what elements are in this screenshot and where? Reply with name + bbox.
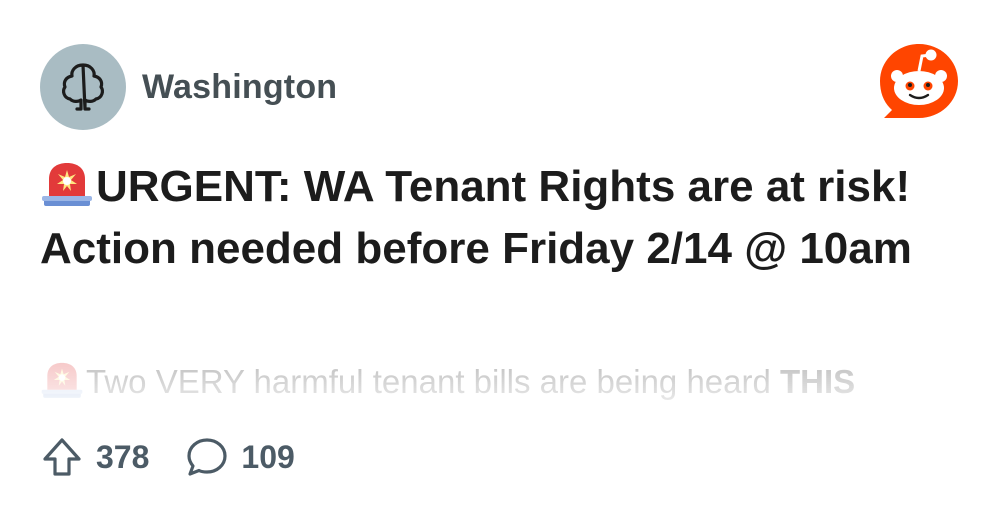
comments-button[interactable]: 109 xyxy=(185,435,295,479)
comment-count: 109 xyxy=(241,438,295,475)
post-title[interactable]: URGENT: WA Tenant Rights are at risk! Ac… xyxy=(40,156,970,280)
post-title-text: URGENT: WA Tenant Rights are at risk! Ac… xyxy=(40,162,912,273)
post-preview[interactable]: Two VERY harmful tenant bills are being … xyxy=(40,360,970,408)
subreddit-avatar[interactable] xyxy=(40,44,126,130)
upvote-count: 378 xyxy=(96,438,150,475)
post-header: Washington xyxy=(40,44,337,130)
comment-bubble-icon xyxy=(187,438,227,476)
tree-icon xyxy=(62,63,104,111)
rotating-light-icon xyxy=(41,362,83,398)
reddit-logo-icon[interactable] xyxy=(876,40,962,126)
preview-text: Two VERY harmful tenant bills are being … xyxy=(86,363,781,400)
post-stats: 378 109 xyxy=(40,432,295,482)
upvote-button[interactable]: 378 xyxy=(40,435,149,479)
subreddit-name[interactable]: Washington xyxy=(142,68,337,107)
preview-bold-text: THIS xyxy=(780,363,856,400)
rotating-light-icon xyxy=(42,163,92,206)
upvote-arrow-icon xyxy=(43,438,81,476)
post-card[interactable]: Washington URGENT: WA Tenant Rights are … xyxy=(0,0,1000,521)
